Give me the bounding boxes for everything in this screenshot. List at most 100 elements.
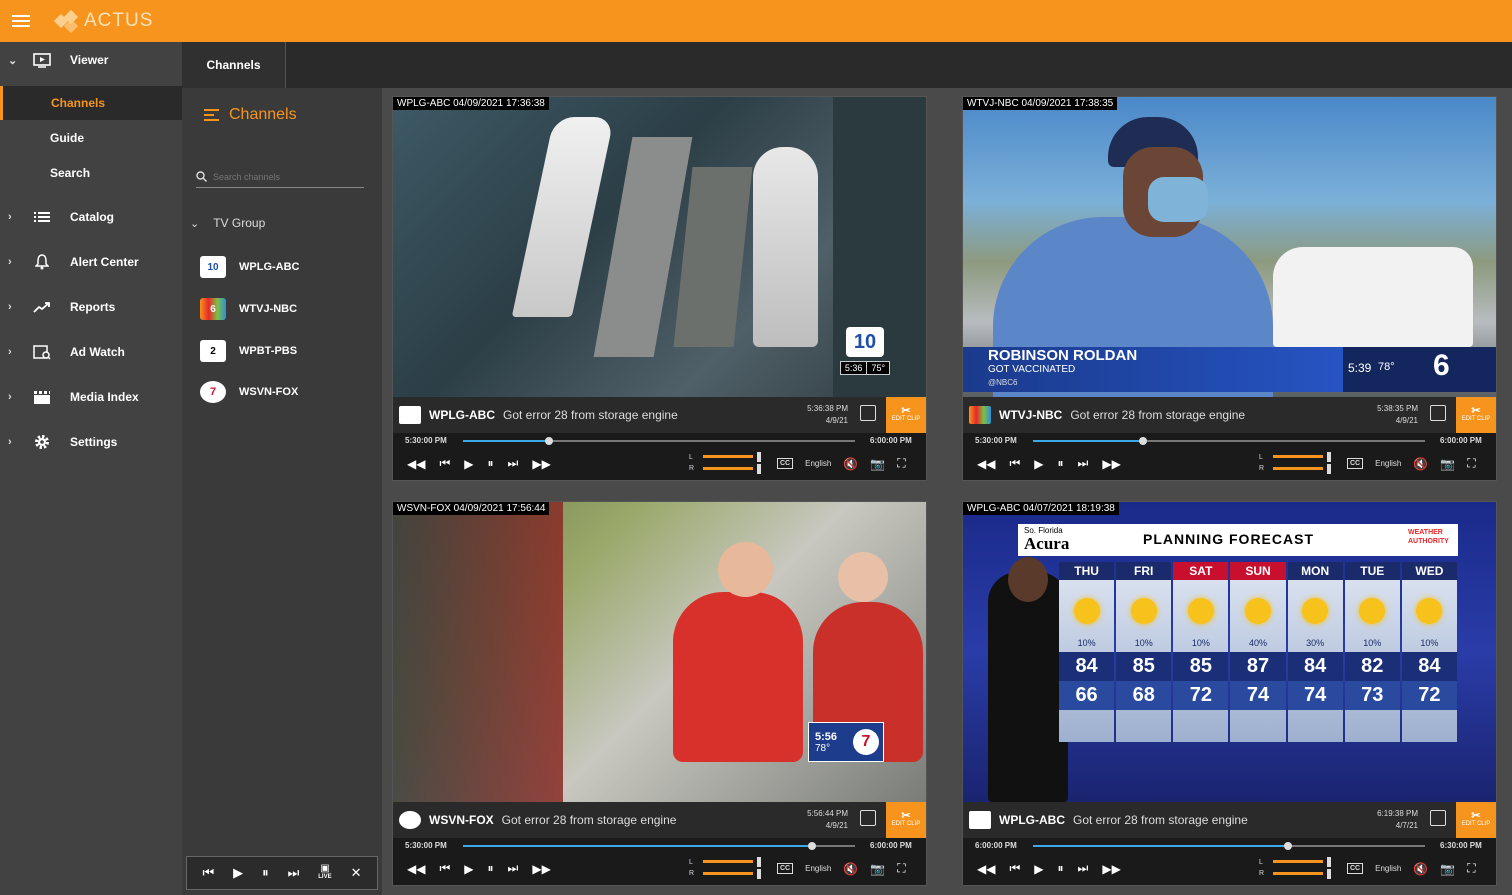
live-button[interactable]: ▣ LIVE: [318, 864, 331, 881]
closed-caption-icon[interactable]: CC: [777, 863, 794, 874]
pause-icon[interactable]: ⏸: [262, 865, 269, 881]
play-icon[interactable]: ▶: [1034, 457, 1043, 471]
mute-icon[interactable]: 🔇: [843, 457, 858, 471]
play-icon[interactable]: ▶: [233, 865, 243, 881]
sidebar-item-ad-watch[interactable]: › Ad Watch: [0, 337, 182, 367]
video-frame[interactable]: WPLG-ABC 04/07/2021 18:19:38 So. Florida…: [963, 502, 1496, 802]
frame-step-icon[interactable]: ⏸: [1058, 456, 1064, 471]
camera-icon[interactable]: 📷: [1440, 457, 1455, 471]
frame-step-icon[interactable]: ⏸: [488, 861, 494, 876]
edit-clip-button[interactable]: ✂ EDIT CLIP: [886, 397, 926, 433]
sidebar-item-reports[interactable]: › Reports: [0, 292, 182, 322]
search-input[interactable]: [213, 171, 353, 182]
step-back-icon[interactable]: ⏮: [1009, 861, 1020, 876]
fullscreen-icon[interactable]: ⛶: [1467, 861, 1475, 876]
fullscreen-icon[interactable]: ⛶: [897, 456, 905, 471]
play-icon[interactable]: ▶: [1034, 862, 1043, 876]
frame-step-icon[interactable]: ⏸: [488, 456, 494, 471]
step-forward-icon[interactable]: ⏭: [508, 861, 519, 876]
volume-handle[interactable]: [757, 464, 761, 474]
skip-previous-icon[interactable]: ⏮: [202, 865, 214, 881]
mute-icon[interactable]: 🔇: [1413, 862, 1428, 876]
sidebar-subitem-search[interactable]: Search: [0, 156, 182, 190]
sidebar-item-settings[interactable]: › Settings: [0, 427, 182, 457]
timeline[interactable]: 5:30:00 PM 6:00:00 PM: [393, 433, 926, 447]
sidebar-item-media-index[interactable]: › Media Index: [0, 382, 182, 412]
close-icon[interactable]: ✕: [351, 865, 362, 881]
step-forward-icon[interactable]: ⏭: [1078, 456, 1089, 471]
timeline-track[interactable]: [1033, 842, 1425, 850]
volume-handle[interactable]: [1327, 869, 1331, 879]
closed-caption-icon[interactable]: CC: [1347, 458, 1364, 469]
fast-forward-icon[interactable]: ▶▶: [532, 862, 550, 876]
fast-forward-icon[interactable]: ▶▶: [1102, 862, 1120, 876]
mute-icon[interactable]: 🔇: [843, 862, 858, 876]
tab-channels[interactable]: Channels: [182, 42, 286, 88]
play-icon[interactable]: ▶: [464, 457, 473, 471]
sidebar-item-viewer[interactable]: ⌄ Viewer: [0, 45, 182, 75]
mute-icon[interactable]: 🔇: [1413, 457, 1428, 471]
play-icon[interactable]: ▶: [464, 862, 473, 876]
edit-clip-button[interactable]: ✂ EDIT CLIP: [886, 802, 926, 838]
rewind-icon[interactable]: ◀◀: [407, 457, 425, 471]
language-select[interactable]: English: [805, 459, 831, 468]
volume-handle[interactable]: [757, 452, 761, 462]
calendar-clock-icon[interactable]: [1430, 405, 1446, 421]
timeline-handle[interactable]: [545, 437, 554, 445]
volume-handle[interactable]: [1327, 452, 1331, 462]
channel-item-wpbt[interactable]: 2 WPBT-PBS: [200, 337, 297, 365]
fullscreen-icon[interactable]: ⛶: [897, 861, 905, 876]
step-back-icon[interactable]: ⏮: [1009, 456, 1020, 471]
timeline-handle[interactable]: [1283, 842, 1292, 850]
closed-caption-icon[interactable]: CC: [1347, 863, 1364, 874]
closed-caption-icon[interactable]: CC: [777, 458, 794, 469]
volume-handle[interactable]: [757, 857, 761, 867]
rewind-icon[interactable]: ◀◀: [977, 457, 995, 471]
app-logo[interactable]: ACTUS: [53, 9, 153, 34]
step-back-icon[interactable]: ⏮: [439, 456, 450, 471]
step-back-icon[interactable]: ⏮: [439, 861, 450, 876]
camera-icon[interactable]: 📷: [1440, 862, 1455, 876]
calendar-clock-icon[interactable]: [1430, 810, 1446, 826]
timeline[interactable]: 6:00:00 PM 6:30:00 PM: [963, 838, 1496, 852]
timeline-handle[interactable]: [1138, 437, 1147, 445]
video-frame[interactable]: WPLG-ABC 04/09/2021 17:36:38 10 5:36 75°: [393, 97, 926, 397]
video-frame[interactable]: WTVJ-NBC 04/09/2021 17:38:35 ROBINSON RO…: [963, 97, 1496, 397]
calendar-clock-icon[interactable]: [860, 810, 876, 826]
timeline-track[interactable]: [463, 842, 855, 850]
edit-clip-button[interactable]: ✂ EDIT CLIP: [1456, 397, 1496, 433]
channel-group-toggle[interactable]: ⌄ TV Group: [190, 216, 265, 230]
fast-forward-icon[interactable]: ▶▶: [1102, 457, 1120, 471]
camera-icon[interactable]: 📷: [870, 862, 885, 876]
step-forward-icon[interactable]: ⏭: [508, 456, 519, 471]
channel-item-wsvn[interactable]: 7 WSVN-FOX: [200, 378, 298, 406]
skip-next-icon[interactable]: ⏭: [288, 865, 300, 881]
step-forward-icon[interactable]: ⏭: [1078, 861, 1089, 876]
video-frame[interactable]: WSVN-FOX 04/09/2021 17:56:44 5:56 78° 7: [393, 502, 926, 802]
sidebar-subitem-channels[interactable]: Channels: [0, 86, 182, 120]
language-select[interactable]: English: [1375, 459, 1401, 468]
volume-handle[interactable]: [757, 869, 761, 879]
channel-item-wtvj[interactable]: 6 WTVJ-NBC: [200, 295, 297, 323]
fast-forward-icon[interactable]: ▶▶: [532, 457, 550, 471]
timeline[interactable]: 5:30:00 PM 6:00:00 PM: [393, 838, 926, 852]
edit-clip-button[interactable]: ✂ EDIT CLIP: [1456, 802, 1496, 838]
language-select[interactable]: English: [805, 864, 831, 873]
timeline-track[interactable]: [1033, 437, 1425, 445]
timeline-track[interactable]: [463, 437, 855, 445]
menu-icon[interactable]: [12, 15, 30, 27]
rewind-icon[interactable]: ◀◀: [977, 862, 995, 876]
camera-icon[interactable]: 📷: [870, 457, 885, 471]
calendar-clock-icon[interactable]: [860, 405, 876, 421]
sidebar-item-alert-center[interactable]: › Alert Center: [0, 247, 182, 277]
timeline-handle[interactable]: [807, 842, 816, 850]
language-select[interactable]: English: [1375, 864, 1401, 873]
sidebar-item-catalog[interactable]: › Catalog: [0, 202, 182, 232]
rewind-icon[interactable]: ◀◀: [407, 862, 425, 876]
frame-step-icon[interactable]: ⏸: [1058, 861, 1064, 876]
timeline[interactable]: 5:30:00 PM 6:00:00 PM: [963, 433, 1496, 447]
volume-handle[interactable]: [1327, 857, 1331, 867]
volume-handle[interactable]: [1327, 464, 1331, 474]
fullscreen-icon[interactable]: ⛶: [1467, 456, 1475, 471]
channel-item-wplg[interactable]: 10 WPLG-ABC: [200, 253, 300, 281]
